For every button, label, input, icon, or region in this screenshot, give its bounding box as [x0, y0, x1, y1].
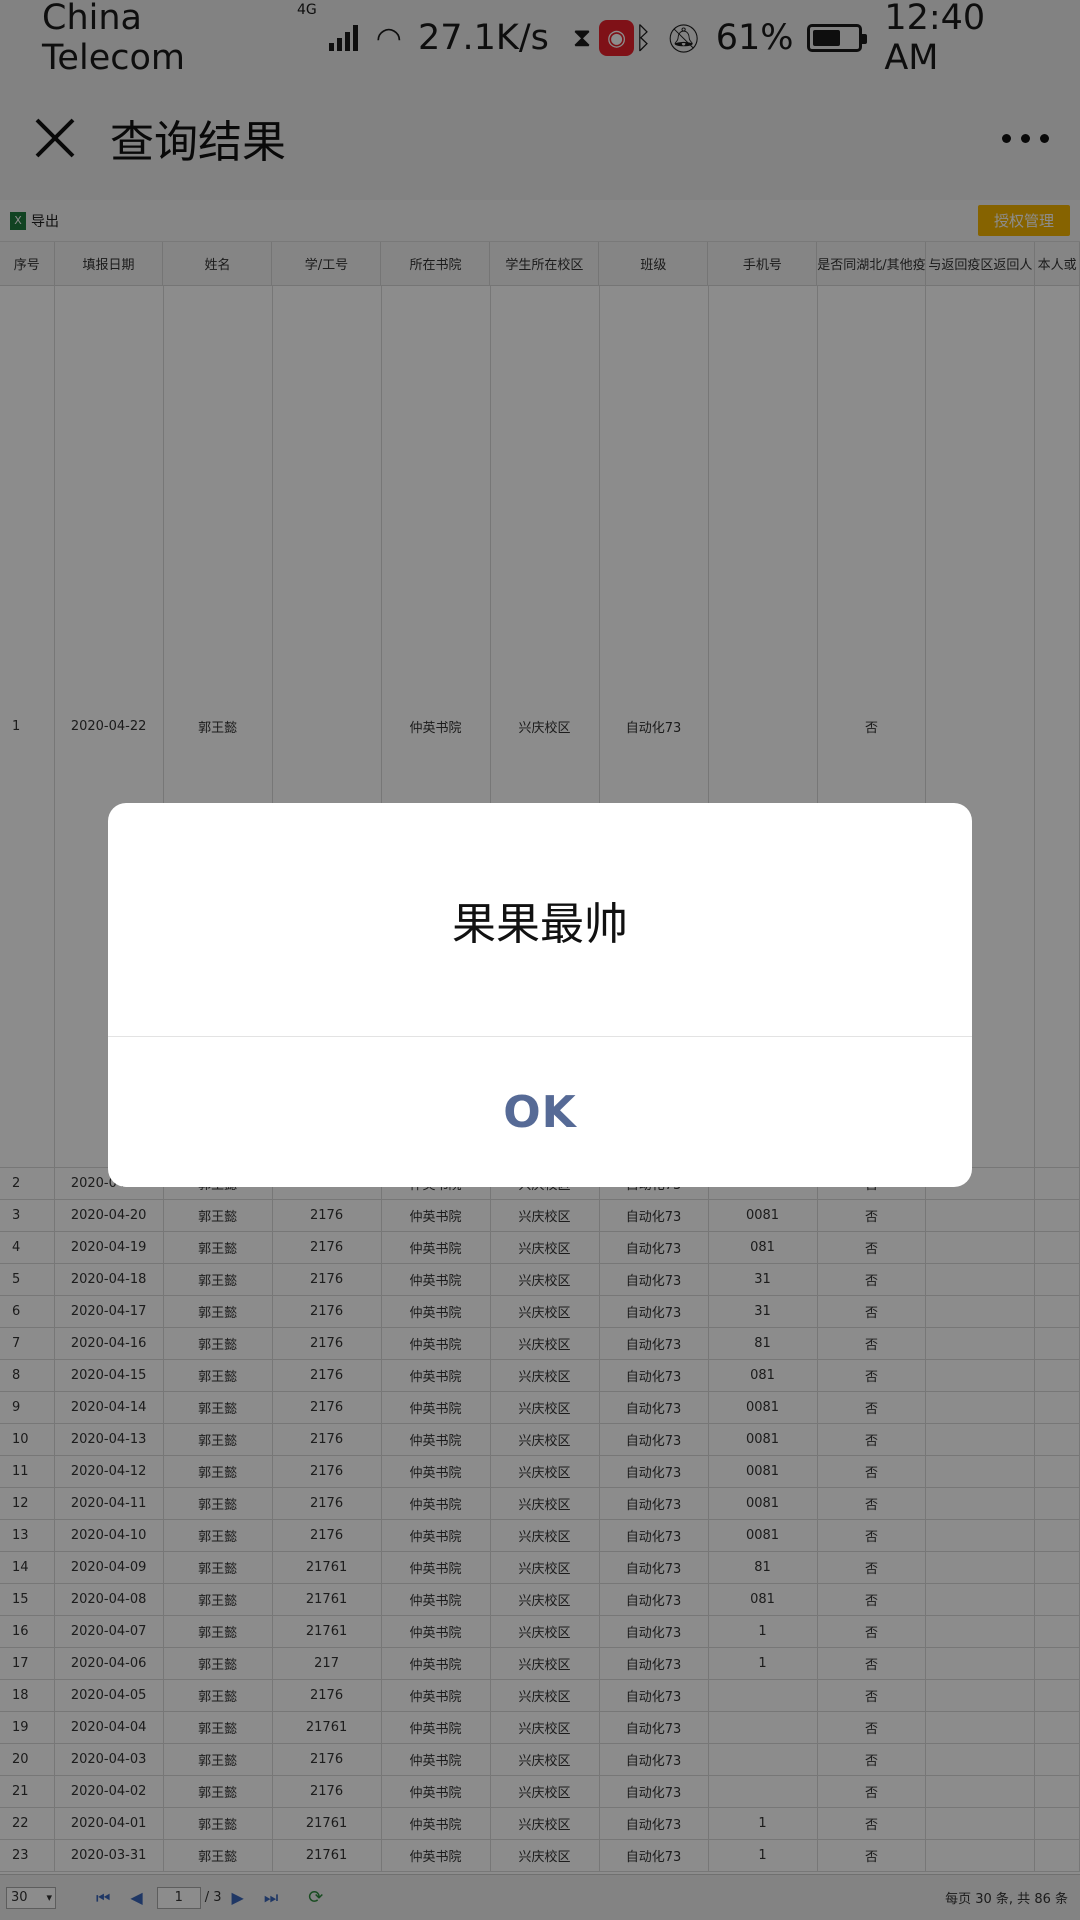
dialog-message: 果果最帅 [108, 803, 972, 1037]
ok-button[interactable]: OK [108, 1037, 972, 1187]
alert-dialog: 果果最帅 OK [108, 803, 972, 1187]
